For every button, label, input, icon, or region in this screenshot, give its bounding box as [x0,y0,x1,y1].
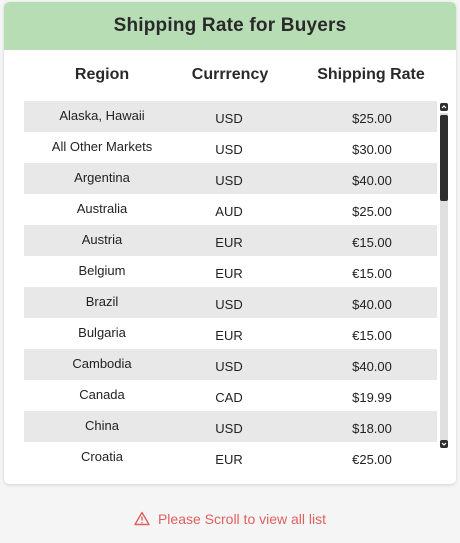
cell-shipping-rate: $30.00 [352,142,392,157]
cell-currency: USD [215,111,243,126]
cell-currency: USD [215,297,243,312]
table-row: Austria EUR €15.00 [24,225,437,256]
table-row: Australia AUD $25.00 [24,194,437,225]
cell-region: Belgium [78,263,126,278]
cell-currency: EUR [215,235,243,250]
cell-shipping-rate: €15.00 [352,266,392,281]
cell-shipping-rate: €15.00 [352,328,392,343]
cell-region: Austria [81,232,123,247]
scroll-notice-text: Please Scroll to view all list [157,511,327,527]
cell-currency: EUR [215,328,243,343]
cell-shipping-rate: $40.00 [352,173,392,188]
table-header: Region Currrency Shipping Rate [4,66,456,90]
cell-shipping-rate: $18.00 [352,421,392,436]
cell-shipping-rate: $25.00 [352,204,392,219]
scroll-notice: Please Scroll to view all list [0,511,460,529]
cell-shipping-rate: €25.00 [352,452,392,467]
table-row: Argentina USD $40.00 [24,163,437,194]
cell-shipping-rate: $40.00 [352,297,392,312]
card-header: Shipping Rate for Buyers [4,2,456,50]
table-row: China USD $18.00 [24,411,437,442]
cell-shipping-rate: $19.99 [352,390,392,405]
cell-currency: USD [215,421,243,436]
column-header-shipping-rate: Shipping Rate [317,66,425,83]
cell-currency: AUD [215,204,243,219]
scroll-down-button[interactable] [440,440,448,448]
cell-region: Bulgaria [78,325,126,340]
cell-region: Canada [79,387,125,402]
cell-region: Argentina [74,170,130,185]
cell-shipping-rate: $40.00 [352,359,392,374]
cell-region: China [85,418,119,433]
cell-currency: EUR [215,452,243,467]
table-scrollbar[interactable] [438,103,448,448]
scroll-up-button[interactable] [440,103,448,111]
column-header-region: Region [74,66,130,83]
table-row: Canada CAD $19.99 [24,380,437,411]
cell-currency: EUR [215,266,243,281]
cell-shipping-rate: $25.00 [352,111,392,126]
table-row: Brazil USD $40.00 [24,287,437,318]
cell-region: All Other Markets [51,139,153,154]
cell-currency: USD [215,173,243,188]
cell-region: Australia [76,201,128,216]
cell-currency: USD [215,359,243,374]
cell-region: Cambodia [72,356,132,371]
warning-triangle-icon [134,511,150,529]
table-row: Cambodia USD $40.00 [24,349,437,380]
chevron-up-icon [441,105,447,109]
scrollbar-thumb[interactable] [440,115,448,201]
table-body[interactable]: Alaska, Hawaii USD $25.00 All Other Markets… [24,101,437,478]
table-row: Croatia EUR €25.00 [24,442,437,473]
cell-shipping-rate: €15.00 [352,235,392,250]
shipping-rate-card: Shipping Rate for Buyers Region Currrenc… [4,2,456,484]
cell-currency: USD [215,142,243,157]
cell-region: Alaska, Hawaii [59,108,145,123]
table-row: Bulgaria EUR €15.00 [24,318,437,349]
cell-currency: CAD [215,390,243,405]
table-row: Belgium EUR €15.00 [24,256,437,287]
table-row: Alaska, Hawaii USD $25.00 [24,101,437,132]
column-header-currency: Currrency [191,66,269,83]
card-title: Shipping Rate for Buyers [113,15,347,36]
cell-region: Croatia [81,449,123,464]
chevron-down-icon [441,442,447,446]
cell-region: Brazil [85,294,119,309]
table-row: All Other Markets USD $30.00 [24,132,437,163]
